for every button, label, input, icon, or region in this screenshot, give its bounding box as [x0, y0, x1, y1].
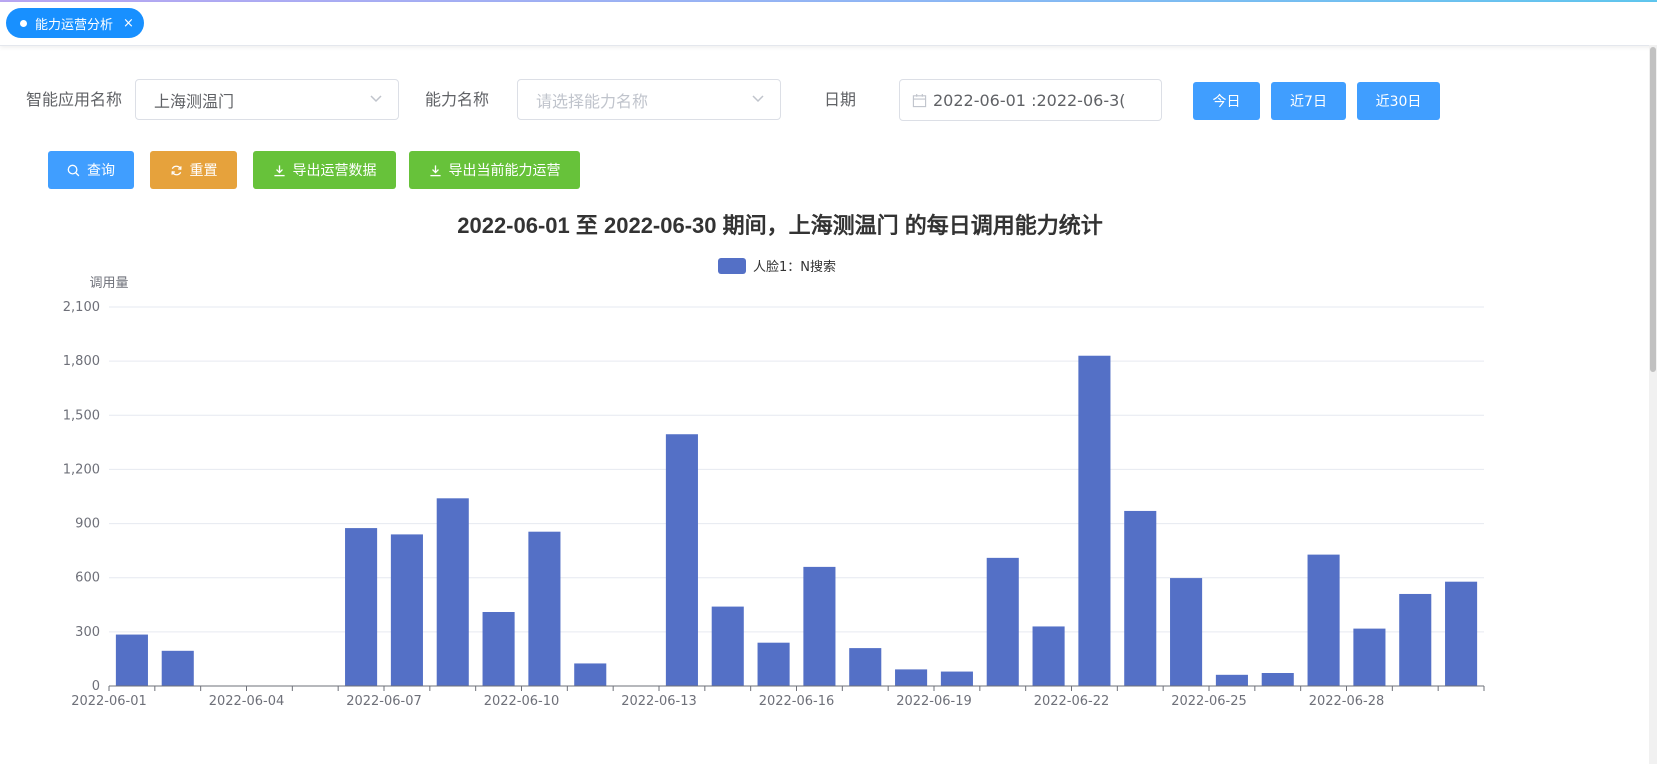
x-tick-label: 2022-06-07: [346, 694, 422, 709]
bar[interactable]: [895, 669, 928, 686]
y-tick-label: 600: [75, 571, 100, 586]
bar[interactable]: [390, 534, 423, 686]
bar[interactable]: [757, 642, 790, 686]
bar[interactable]: [161, 650, 194, 686]
bar[interactable]: [711, 606, 744, 686]
bar[interactable]: [1353, 628, 1386, 686]
y-tick-label: 900: [75, 517, 100, 532]
bar[interactable]: [665, 434, 698, 686]
bar[interactable]: [1032, 626, 1065, 686]
bar[interactable]: [528, 531, 561, 686]
y-tick-label: 300: [75, 625, 100, 640]
bar[interactable]: [1170, 578, 1203, 686]
bar[interactable]: [436, 498, 469, 686]
y-tick-label: 2,100: [63, 300, 100, 315]
x-tick-label: 2022-06-28: [1309, 694, 1385, 709]
daily-calls-bar-chart: 0 300 600 900 1,200 1,500 1,800 2,100 调用量 2022-06…: [63, 276, 1485, 709]
bar[interactable]: [940, 671, 973, 686]
x-tick-label: 2022-06-19: [896, 694, 972, 709]
x-tick-label: 2022-06-01: [71, 694, 147, 709]
bar[interactable]: [1124, 510, 1157, 686]
x-tick-label: 2022-06-13: [621, 694, 697, 709]
bar[interactable]: [574, 663, 607, 686]
bar[interactable]: [986, 557, 1019, 686]
y-tick-label: 0: [92, 679, 100, 694]
bar[interactable]: [345, 528, 378, 686]
bar[interactable]: [1261, 673, 1294, 686]
bar[interactable]: [115, 634, 148, 686]
bar[interactable]: [1215, 674, 1248, 686]
y-tick-label: 1,500: [63, 408, 100, 423]
x-tick-label: 2022-06-10: [484, 694, 560, 709]
bar[interactable]: [1399, 593, 1432, 686]
y-tick-label: 1,800: [63, 354, 100, 369]
bar[interactable]: [803, 566, 836, 686]
y-axis-label: 调用量: [89, 276, 128, 291]
bar[interactable]: [1078, 355, 1111, 686]
x-tick-label: 2022-06-04: [209, 694, 285, 709]
bar[interactable]: [1307, 554, 1340, 686]
y-tick-label: 1,200: [63, 462, 100, 477]
x-tick-label: 2022-06-16: [759, 694, 835, 709]
bar[interactable]: [1445, 581, 1478, 686]
x-tick-label: 2022-06-25: [1171, 694, 1247, 709]
bar[interactable]: [482, 612, 515, 686]
x-tick-label: 2022-06-22: [1034, 694, 1110, 709]
bar[interactable]: [849, 648, 882, 686]
